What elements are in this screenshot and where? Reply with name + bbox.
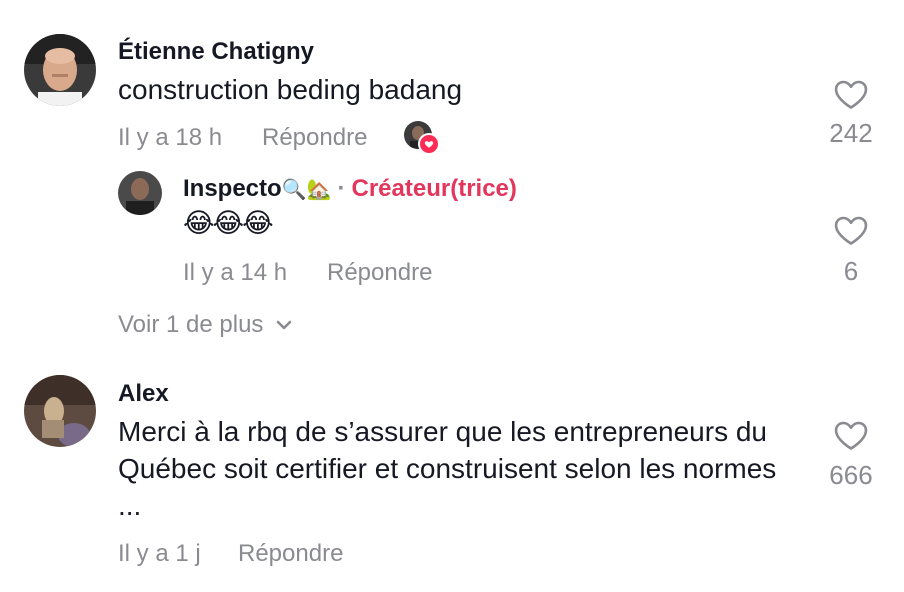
username-emojis: 🔍🏡 (281, 178, 332, 201)
comment-username[interactable]: Alex (118, 380, 169, 408)
comment-timestamp: Il y a 1 j (118, 540, 201, 567)
avatar[interactable] (118, 171, 162, 215)
like-count: 666 (829, 460, 873, 490)
reply-timestamp: Il y a 14 h (183, 259, 288, 286)
creator-liked-indicator (404, 121, 440, 155)
reply-header: Inspecto 🔍🏡 · Créateur(trice) (183, 175, 517, 203)
heart-outline-icon[interactable] (834, 80, 868, 110)
reply-button[interactable]: Répondre (262, 124, 367, 152)
avatar[interactable] (24, 375, 96, 447)
comment-text: Merci à la rbq de s’assurer que les entr… (118, 416, 777, 521)
heart-badge-icon (418, 133, 440, 155)
separator: · (337, 175, 346, 202)
reply-username[interactable]: Inspecto (183, 175, 282, 203)
heart-outline-icon[interactable] (834, 216, 868, 246)
creator-badge: Créateur(trice) (351, 175, 517, 202)
view-more-label: Voir 1 de plus (118, 311, 264, 338)
like-count: 242 (829, 118, 873, 148)
reply-text: 😂😂😂 (183, 208, 274, 238)
chevron-down-icon (277, 320, 292, 330)
comment-text: construction beding badang (118, 74, 463, 105)
heart-outline-icon[interactable] (834, 421, 868, 451)
reply-button[interactable]: Répondre (327, 259, 432, 287)
comment-timestamp: Il y a 18 h (118, 124, 223, 151)
comment-username[interactable]: Étienne Chatigny (118, 38, 314, 66)
like-count: 6 (843, 256, 859, 286)
next-item-cutoff (118, 586, 318, 592)
view-more-replies-button[interactable]: Voir 1 de plus (118, 311, 293, 339)
avatar[interactable] (24, 34, 96, 106)
comments-panel: Étienne Chatigny construction beding bad… (0, 0, 904, 592)
reply-button[interactable]: Répondre (238, 540, 343, 568)
